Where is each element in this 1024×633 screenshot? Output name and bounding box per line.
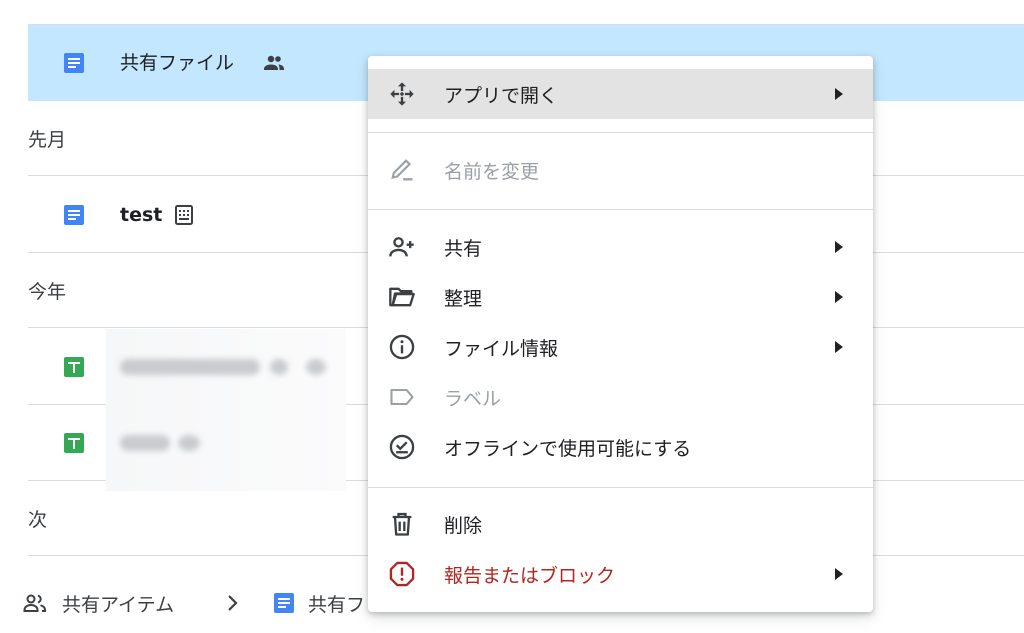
menu-item-label: ファイル情報 bbox=[444, 337, 559, 360]
shared-people-icon bbox=[23, 594, 46, 612]
menu-item-label: ラベル bbox=[444, 387, 502, 410]
submenu-arrow-icon bbox=[835, 341, 843, 353]
menu-item-file-info[interactable]: ファイル情報 bbox=[368, 322, 873, 372]
submenu-arrow-icon bbox=[835, 568, 843, 580]
info-icon bbox=[389, 334, 415, 360]
menu-item-label: アプリで開く bbox=[444, 84, 559, 107]
breadcrumb-label: 共有アイテム bbox=[62, 593, 175, 616]
docs-icon bbox=[274, 593, 294, 613]
move-arrows-icon bbox=[390, 82, 414, 106]
file-name: 共有ファイル bbox=[120, 52, 235, 74]
menu-divider bbox=[368, 132, 873, 133]
submenu-arrow-icon bbox=[835, 241, 843, 253]
pencil-icon bbox=[391, 159, 413, 181]
trash-icon bbox=[392, 512, 412, 536]
menu-divider bbox=[368, 209, 873, 210]
form-template-icon bbox=[175, 205, 193, 225]
chevron-right-icon bbox=[228, 595, 238, 611]
menu-item-label: 報告またはブロック bbox=[444, 564, 616, 587]
report-icon bbox=[389, 561, 415, 587]
menu-item-label: 共有 bbox=[444, 237, 483, 260]
docs-icon bbox=[64, 53, 84, 73]
menu-item-share[interactable]: 共有 bbox=[368, 222, 873, 272]
offline-check-icon bbox=[389, 434, 415, 460]
person-add-icon bbox=[389, 237, 414, 257]
sheets-icon bbox=[64, 433, 84, 453]
menu-item-label: 整理 bbox=[444, 287, 483, 310]
menu-item-label: オフラインで使用可能にする bbox=[444, 437, 692, 460]
blurred-filename bbox=[106, 329, 346, 405]
menu-divider bbox=[368, 487, 873, 488]
section-label: 今年 bbox=[28, 280, 67, 303]
menu-item-delete[interactable]: 削除 bbox=[368, 499, 873, 549]
submenu-arrow-icon bbox=[835, 88, 843, 100]
breadcrumb-label: 共有フ bbox=[308, 593, 366, 616]
folder-open-icon bbox=[389, 287, 415, 307]
menu-item-rename: 名前を変更 bbox=[368, 145, 873, 195]
sheets-icon bbox=[64, 357, 84, 377]
shared-people-icon bbox=[264, 55, 284, 70]
context-menu: アプリで開く 名前を変更 共有 整理 ファイル情報 ラベル オフラインで使用可能… bbox=[368, 56, 873, 612]
docs-icon bbox=[64, 205, 84, 225]
menu-item-label: 名前を変更 bbox=[444, 160, 540, 183]
file-name: test bbox=[120, 203, 163, 226]
menu-item-open-with[interactable]: アプリで開く bbox=[368, 69, 873, 119]
menu-item-offline[interactable]: オフラインで使用可能にする bbox=[368, 422, 873, 472]
section-label: 先月 bbox=[28, 128, 67, 151]
label-tag-icon bbox=[390, 388, 414, 406]
section-label: 次 bbox=[28, 508, 48, 531]
menu-item-report-block[interactable]: 報告またはブロック bbox=[368, 549, 873, 599]
breadcrumb-shared-items[interactable]: 共有アイテム bbox=[22, 590, 174, 617]
blurred-filename bbox=[106, 405, 346, 491]
submenu-arrow-icon bbox=[835, 291, 843, 303]
breadcrumb-current-file[interactable]: 共有フ bbox=[272, 590, 365, 617]
menu-item-label-tag: ラベル bbox=[368, 372, 873, 422]
menu-item-label: 削除 bbox=[444, 514, 483, 537]
menu-item-organize[interactable]: 整理 bbox=[368, 272, 873, 322]
